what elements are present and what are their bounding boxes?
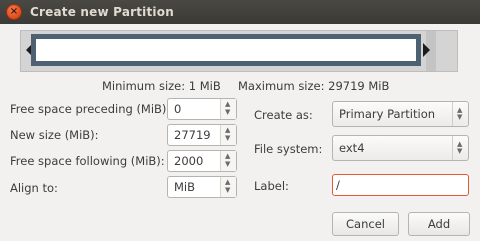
chevron-down-icon: ▼ [457,147,463,155]
create-as-label: Create as: [254,108,313,122]
file-system-label: File system: [254,142,323,156]
chevron-down-icon[interactable]: ▼ [225,109,230,116]
combo-arrows: ▲ ▼ [452,136,468,160]
spinner-buttons[interactable]: ▲ ▼ [220,99,236,119]
free-space-preceding-value: 0 [174,102,182,116]
create-as-value: Primary Partition [339,107,436,121]
partition-resizer[interactable] [20,30,458,72]
new-size-value: 27719 [174,128,211,142]
spinner-buttons[interactable]: ▲ ▼ [220,151,236,171]
align-to-combo[interactable]: MiB ▲ ▼ [167,176,237,198]
chevron-down-icon[interactable]: ▼ [225,135,230,142]
chevron-down-icon: ▼ [457,113,463,121]
cancel-button[interactable]: Cancel [332,212,399,236]
close-icon[interactable]: × [6,4,22,20]
chevron-up-icon[interactable]: ▲ [225,153,230,160]
free-space-following-spinner[interactable]: 2000 ▲ ▼ [167,150,237,172]
create-as-combo[interactable]: Primary Partition ▲ ▼ [332,101,469,127]
file-system-combo[interactable]: ext4 ▲ ▼ [332,135,469,161]
partition-label-input[interactable] [336,177,460,193]
align-to-label: Align to: [10,181,58,195]
free-space-following-label: Free space following (MiB): [10,154,165,168]
maximum-size-label: Maximum size: 29719 MiB [238,79,390,93]
spinner-buttons[interactable]: ▲ ▼ [220,125,236,145]
new-size-label: New size (MiB): [10,128,99,142]
minimum-size-label: Minimum size: 1 MiB [102,79,221,93]
add-button[interactable]: Add [408,212,470,236]
partition-label-label: Label: [254,179,289,193]
title-bar: × Create new Partition [0,0,480,24]
triangle-right-icon[interactable] [423,43,430,57]
partition-label-field[interactable] [332,174,469,196]
combo-arrows[interactable]: ▲ ▼ [220,177,236,197]
free-space-preceding-label: Free space preceding (MiB): [10,102,171,116]
file-system-value: ext4 [339,141,365,155]
new-size-spinner[interactable]: 27719 ▲ ▼ [167,124,237,146]
chevron-up-icon[interactable]: ▲ [225,127,230,134]
chevron-up-icon: ▲ [225,178,231,186]
window-title: Create new Partition [30,5,174,19]
free-space-following-value: 2000 [174,154,204,168]
chevron-down-icon: ▼ [225,186,231,194]
chevron-down-icon[interactable]: ▼ [225,161,230,168]
chevron-up-icon[interactable]: ▲ [225,101,230,108]
partition-bar[interactable] [31,34,421,66]
free-space-preceding-spinner[interactable]: 0 ▲ ▼ [167,98,237,120]
combo-arrows: ▲ ▼ [452,102,468,126]
align-to-value: MiB [174,180,196,194]
